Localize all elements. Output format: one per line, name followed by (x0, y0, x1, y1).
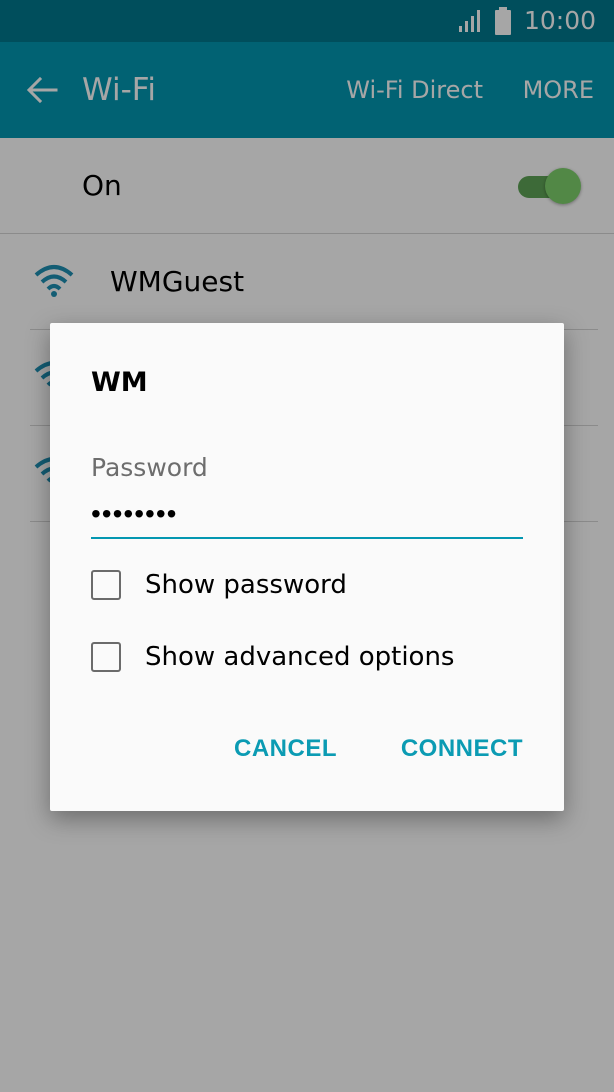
connect-button[interactable]: CONNECT (401, 735, 523, 763)
password-label: Password (91, 453, 208, 482)
show-advanced-checkbox[interactable] (91, 642, 121, 672)
password-input[interactable] (91, 491, 523, 539)
show-advanced-label: Show advanced options (145, 642, 455, 672)
show-advanced-row[interactable]: Show advanced options (91, 637, 454, 677)
show-password-label: Show password (145, 570, 347, 600)
dialog-title: WM (91, 367, 148, 398)
cancel-button[interactable]: CANCEL (234, 735, 337, 763)
show-password-row[interactable]: Show password (91, 565, 347, 605)
show-password-checkbox[interactable] (91, 570, 121, 600)
wifi-password-dialog: WM Password Show password Show advanced … (50, 323, 564, 811)
